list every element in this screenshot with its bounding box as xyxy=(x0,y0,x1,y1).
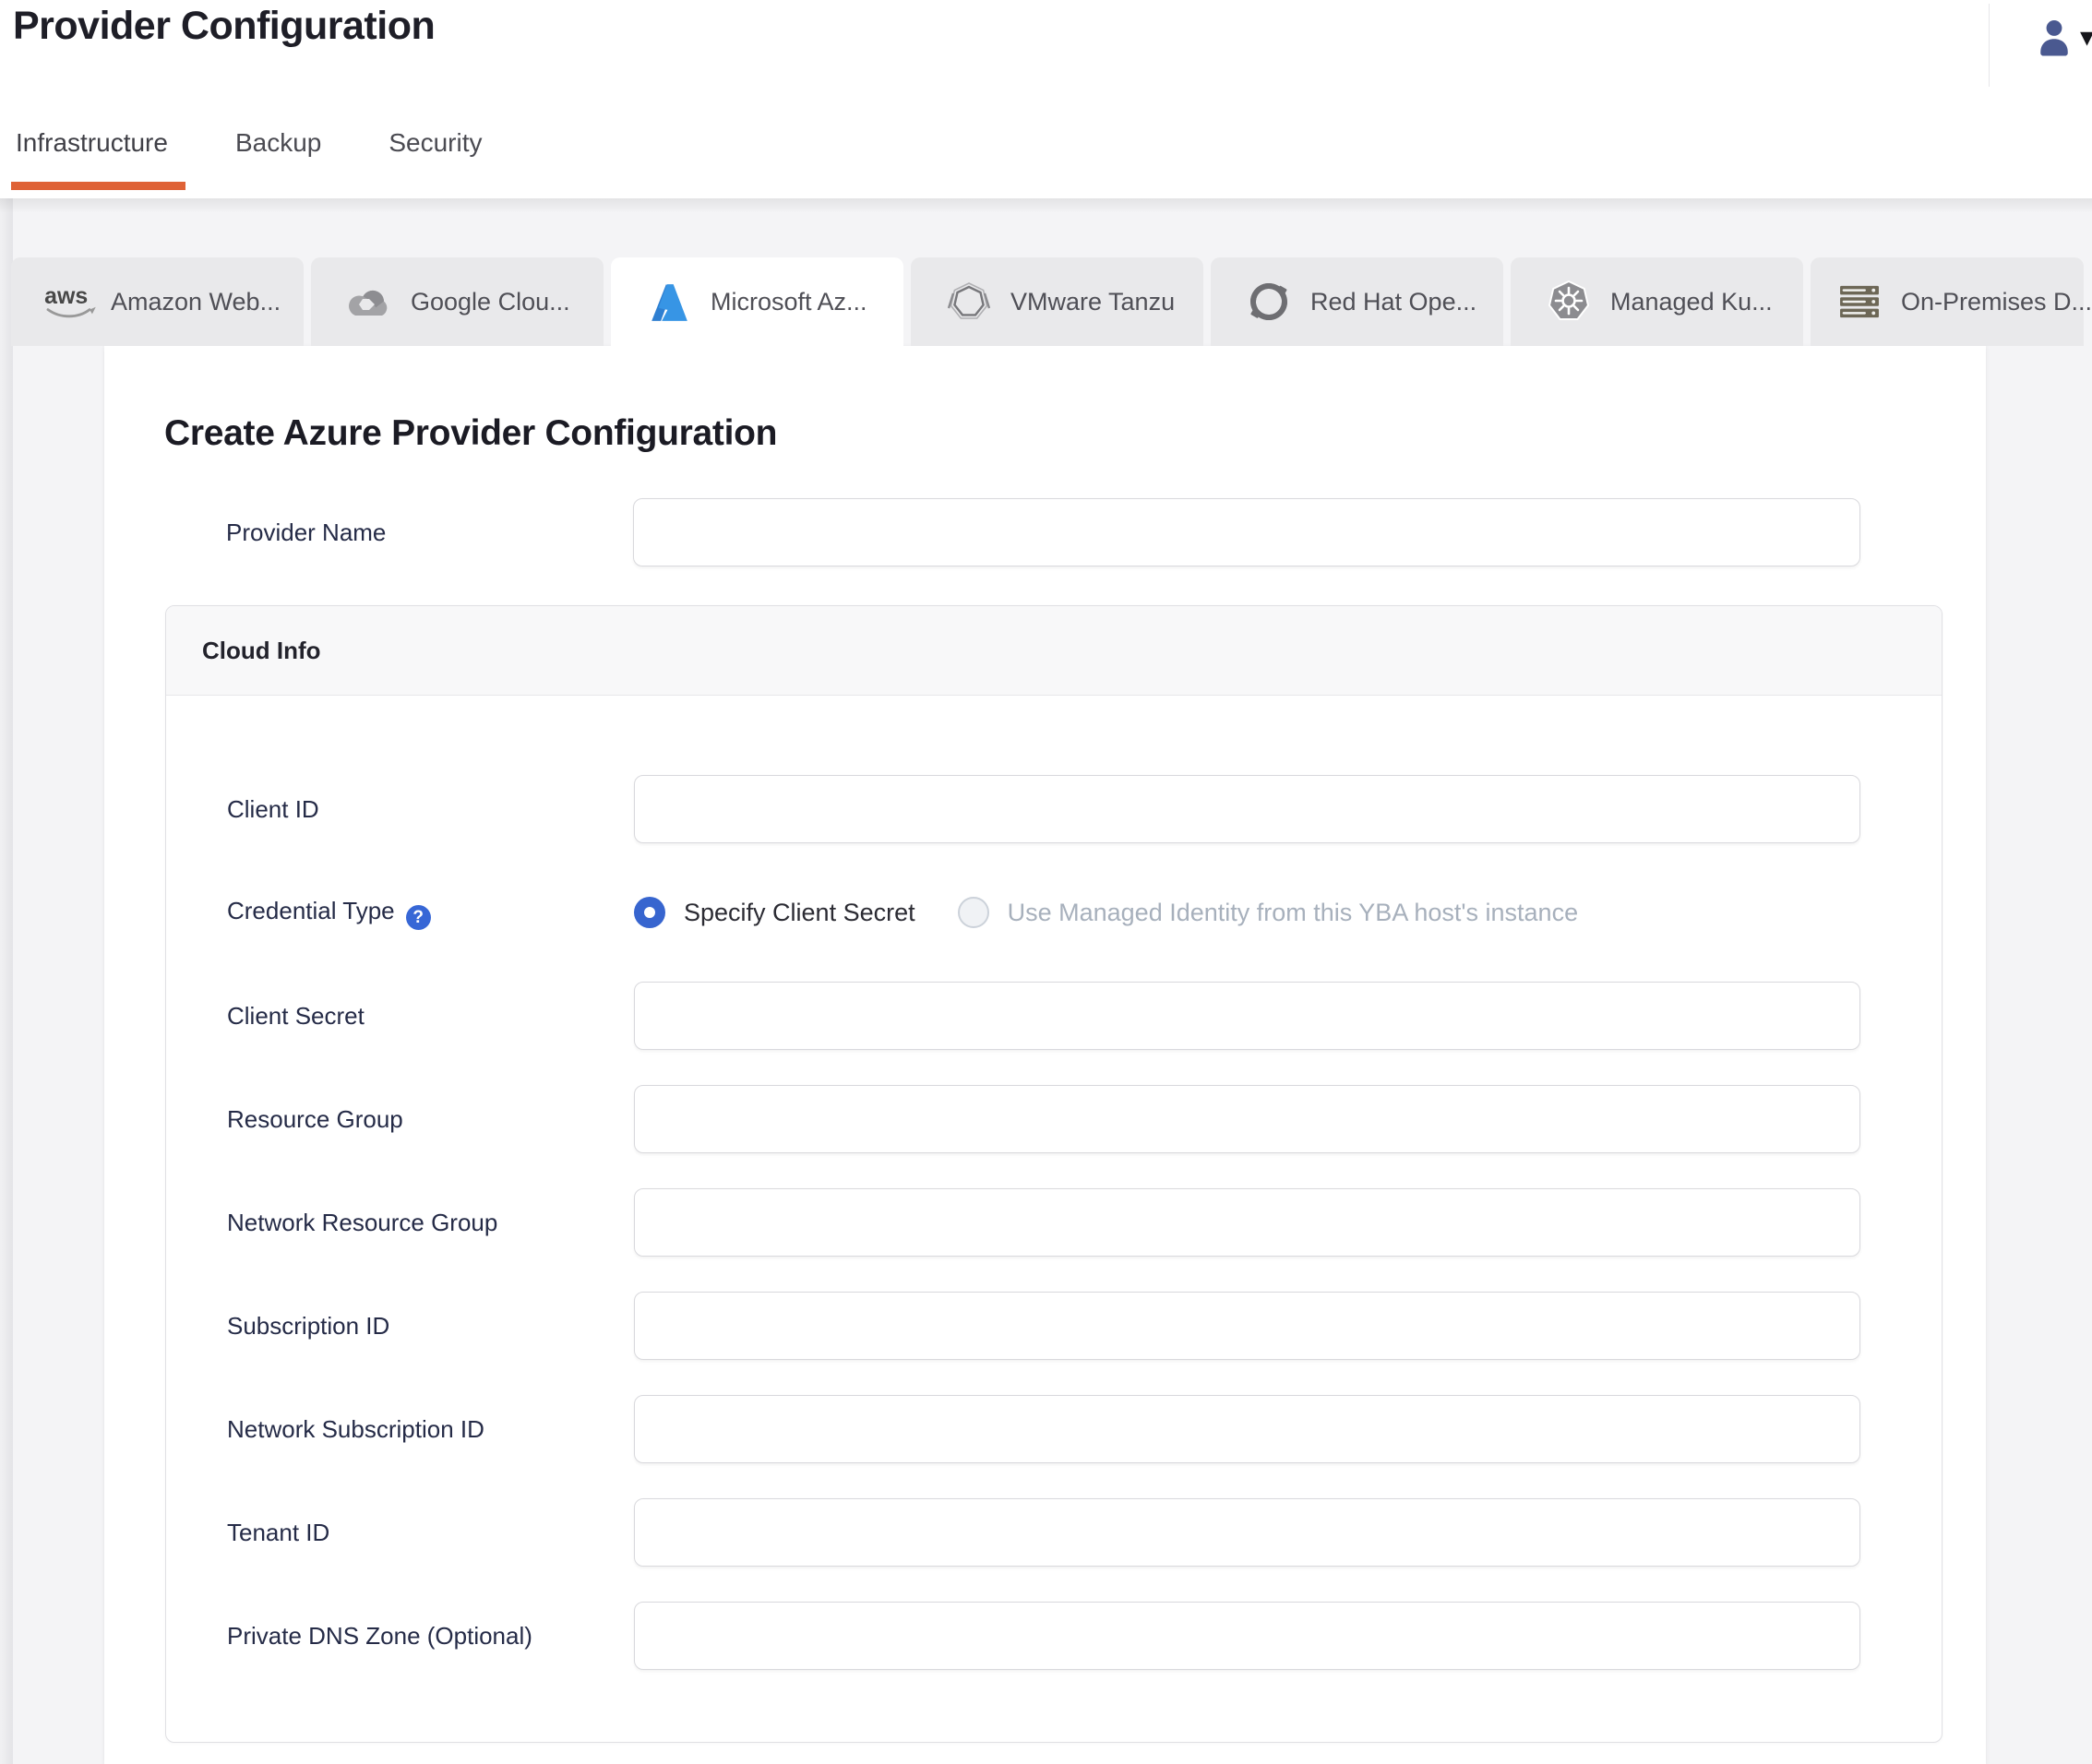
tab-infrastructure-label: Infrastructure xyxy=(16,128,168,157)
provider-tab-aws[interactable]: aws Amazon Web... xyxy=(11,257,304,346)
resource-group-row: Resource Group xyxy=(166,1085,1942,1153)
subscription-id-label: Subscription ID xyxy=(227,1312,390,1340)
client-secret-label: Client Secret xyxy=(227,1002,365,1030)
provider-tab-onprem[interactable]: On-Premises D... xyxy=(1811,257,2092,346)
page-header: Provider Configuration ▾ Infrastructure … xyxy=(0,0,2092,198)
private-dns-zone-row: Private DNS Zone (Optional) xyxy=(166,1602,1942,1670)
left-edge-strip xyxy=(0,198,13,1764)
client-secret-input[interactable] xyxy=(634,982,1860,1050)
provider-name-row: Provider Name xyxy=(226,498,1986,566)
onprem-servers-icon xyxy=(1833,279,1886,325)
radio-use-managed-identity-label: Use Managed Identity from this YBA host'… xyxy=(1007,898,1579,926)
svg-text:aws: aws xyxy=(44,283,88,309)
provider-tab-label: On-Premises D... xyxy=(1901,287,2092,316)
help-icon[interactable]: ? xyxy=(405,905,431,931)
provider-name-label: Provider Name xyxy=(226,518,387,546)
tenant-id-label: Tenant ID xyxy=(227,1519,330,1546)
content-panel: Create Azure Provider Configuration Prov… xyxy=(104,346,1986,1764)
tab-backup[interactable]: Backup xyxy=(233,126,324,190)
network-resource-group-input[interactable] xyxy=(634,1188,1860,1257)
kubernetes-icon xyxy=(1542,279,1596,325)
credential-type-label: Credential Type? xyxy=(227,895,634,931)
tenant-id-input[interactable] xyxy=(634,1498,1860,1567)
network-subscription-id-row: Network Subscription ID xyxy=(166,1395,1942,1463)
aws-icon: aws xyxy=(42,279,96,325)
subscription-id-row: Subscription ID xyxy=(166,1292,1942,1360)
network-resource-group-label: Network Resource Group xyxy=(227,1209,498,1236)
provider-tab-tanzu[interactable]: VMware Tanzu xyxy=(911,257,1203,346)
network-subscription-id-label: Network Subscription ID xyxy=(227,1415,484,1443)
radio-unselected-icon[interactable] xyxy=(957,897,989,928)
tab-infrastructure[interactable]: Infrastructure xyxy=(11,126,185,190)
radio-specify-client-secret-label: Specify Client Secret xyxy=(684,898,915,926)
provider-name-input[interactable] xyxy=(633,498,1860,566)
provider-tab-label: VMware Tanzu xyxy=(1010,287,1176,316)
private-dns-zone-input[interactable] xyxy=(634,1602,1860,1670)
provider-tab-label: Red Hat Ope... xyxy=(1310,287,1477,316)
user-menu-caret-icon[interactable]: ▾ xyxy=(2080,24,2092,52)
vmware-tanzu-icon xyxy=(942,279,996,325)
client-id-row: Client ID xyxy=(166,775,1942,843)
provider-tab-kubernetes[interactable]: Managed Ku... xyxy=(1511,257,1803,346)
credential-type-label-text: Credential Type xyxy=(227,896,395,924)
provider-tab-bar: aws Amazon Web... Google Clou... Microso… xyxy=(11,257,2092,347)
provider-tab-label: Microsoft Az... xyxy=(711,288,867,316)
google-cloud-icon xyxy=(342,279,396,325)
tab-backup-label: Backup xyxy=(234,128,322,157)
private-dns-zone-label: Private DNS Zone (Optional) xyxy=(227,1622,532,1650)
network-subscription-id-input[interactable] xyxy=(634,1395,1860,1463)
radio-selected-icon[interactable] xyxy=(634,897,665,928)
redhat-openshift-icon xyxy=(1242,279,1296,325)
credential-type-radio-group: Specify Client Secret Use Managed Identi… xyxy=(634,897,1942,928)
page: Provider Configuration ▾ Infrastructure … xyxy=(0,0,2092,1764)
resource-group-label: Resource Group xyxy=(227,1105,403,1133)
main-nav: Infrastructure Backup Security xyxy=(11,126,485,190)
provider-tab-label: Amazon Web... xyxy=(111,287,281,316)
radio-use-managed-identity[interactable]: Use Managed Identity from this YBA host'… xyxy=(957,897,1579,928)
tenant-id-row: Tenant ID xyxy=(166,1498,1942,1567)
header-shadow xyxy=(0,198,2092,213)
client-id-input[interactable] xyxy=(634,775,1860,843)
cloud-info-title: Cloud Info xyxy=(202,636,321,664)
cloud-info-body: Client ID Credential Type? Specify Clien… xyxy=(166,696,1942,1670)
provider-tab-label: Google Clou... xyxy=(411,287,570,316)
credential-type-row: Credential Type? Specify Client Secret U… xyxy=(166,878,1942,947)
provider-tab-label: Managed Ku... xyxy=(1610,287,1773,316)
page-title: Provider Configuration xyxy=(13,4,436,48)
tab-security[interactable]: Security xyxy=(386,126,484,190)
form-heading: Create Azure Provider Configuration xyxy=(164,413,778,453)
user-avatar-icon[interactable] xyxy=(2033,15,2075,59)
cloud-info-section: Cloud Info Client ID Credential Type? Sp… xyxy=(165,605,1943,1743)
provider-tab-openshift[interactable]: Red Hat Ope... xyxy=(1211,257,1503,346)
cloud-info-header: Cloud Info xyxy=(166,606,1942,696)
client-secret-row: Client Secret xyxy=(166,982,1942,1050)
resource-group-input[interactable] xyxy=(634,1085,1860,1153)
provider-tab-gcp[interactable]: Google Clou... xyxy=(311,257,604,346)
header-divider xyxy=(1989,4,1990,87)
subscription-id-input[interactable] xyxy=(634,1292,1860,1360)
tab-security-label: Security xyxy=(389,128,483,157)
radio-specify-client-secret[interactable]: Specify Client Secret xyxy=(634,897,915,928)
azure-icon xyxy=(642,280,696,326)
client-id-label: Client ID xyxy=(227,795,319,823)
network-resource-group-row: Network Resource Group xyxy=(166,1188,1942,1257)
provider-tab-azure[interactable]: Microsoft Az... xyxy=(611,257,903,347)
